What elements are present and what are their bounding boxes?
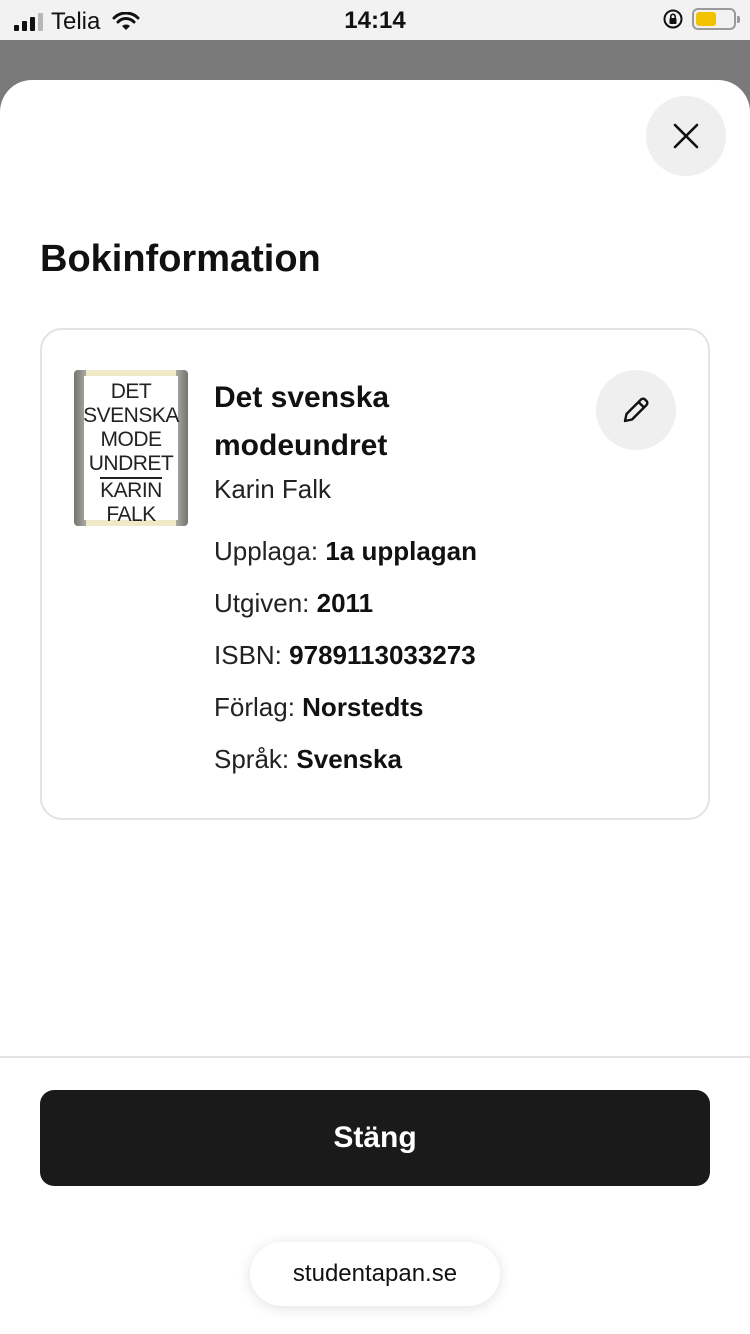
pencil-icon bbox=[623, 397, 649, 423]
close-icon bbox=[673, 123, 699, 149]
detail-label: Utgiven: bbox=[214, 588, 310, 618]
book-info-sheet: Bokinformation DET SVENSKA MODE UNDRET K… bbox=[0, 80, 750, 1334]
detail-value: Svenska bbox=[296, 744, 402, 774]
cover-author-line: KARIN bbox=[100, 477, 162, 502]
detail-label: ISBN: bbox=[214, 640, 282, 670]
cover-title-line: DET bbox=[110, 380, 152, 403]
detail-publisher: Förlag: Norstedts bbox=[214, 692, 424, 723]
status-bar-right bbox=[662, 8, 740, 30]
page-title: Bokinformation bbox=[40, 238, 321, 280]
detail-label: Språk: bbox=[214, 744, 290, 774]
detail-label: Upplaga: bbox=[214, 536, 319, 566]
detail-published: Utgiven: 2011 bbox=[214, 588, 373, 619]
detail-value: Norstedts bbox=[302, 692, 424, 722]
detail-value: 9789113033273 bbox=[289, 640, 476, 670]
detail-value: 2011 bbox=[316, 588, 374, 618]
book-cover-image: DET SVENSKA MODE UNDRET KARIN FALK bbox=[74, 370, 188, 526]
book-card: DET SVENSKA MODE UNDRET KARIN FALK Det s… bbox=[40, 328, 710, 820]
rotation-lock-icon bbox=[663, 9, 683, 29]
cover-author-line: FALK bbox=[106, 503, 156, 526]
close-sheet-button[interactable] bbox=[646, 96, 726, 176]
book-author: Karin Falk bbox=[214, 474, 332, 504]
status-time: 14:14 bbox=[344, 7, 406, 34]
detail-language: Språk: Svenska bbox=[214, 744, 402, 775]
status-bar: Telia 14:14 bbox=[0, 0, 750, 40]
footer-divider bbox=[0, 1056, 750, 1058]
detail-edition: Upplaga: 1a upplagan bbox=[214, 536, 477, 567]
close-button[interactable]: Stäng bbox=[40, 1090, 710, 1186]
edit-book-button[interactable] bbox=[596, 370, 676, 450]
battery-icon bbox=[692, 8, 740, 30]
detail-value: 1a upplagan bbox=[325, 536, 478, 566]
detail-label: Förlag: bbox=[214, 692, 295, 722]
cover-title-line: UNDRET bbox=[88, 452, 174, 475]
detail-isbn: ISBN: 9789113033273 bbox=[214, 640, 476, 671]
cover-title-line: MODE bbox=[100, 428, 163, 451]
cover-title-line: SVENSKA bbox=[83, 404, 179, 427]
url-bar[interactable]: studentapan.se bbox=[250, 1242, 500, 1306]
book-title: Det svenska modeundret bbox=[214, 381, 390, 462]
